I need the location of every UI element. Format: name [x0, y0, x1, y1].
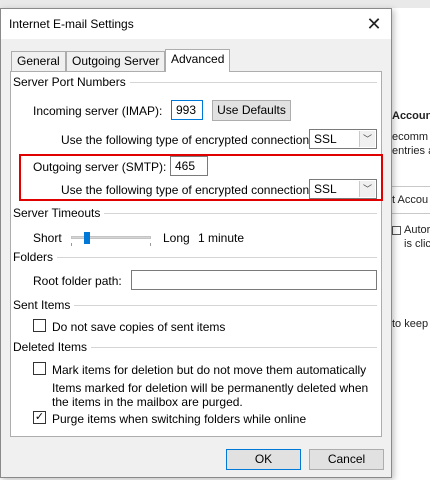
- no-sent-copies-checkbox[interactable]: [33, 319, 46, 332]
- timeout-short-label: Short: [33, 231, 62, 245]
- internet-email-settings-dialog: Internet E-mail Settings ✕ General Outgo…: [0, 8, 392, 478]
- incoming-encryption-value: SSL: [314, 132, 337, 146]
- cancel-button[interactable]: Cancel: [309, 449, 384, 470]
- background-accounts-title: Accoun: [392, 110, 430, 122]
- incoming-encryption-select[interactable]: SSL ﹀: [309, 129, 377, 149]
- mark-for-deletion-label: Mark items for deletion but do not move …: [52, 363, 367, 377]
- timeout-slider[interactable]: [71, 230, 151, 246]
- purge-items-checkbox[interactable]: ✓: [33, 411, 46, 424]
- timeout-value: 1 minute: [198, 231, 245, 245]
- incoming-encryption-label: Use the following type of encrypted conn…: [61, 133, 313, 147]
- chevron-down-icon: ﹀: [359, 131, 375, 147]
- root-folder-input[interactable]: [131, 270, 377, 290]
- background-keep-text: to keep: [392, 318, 429, 330]
- ok-button[interactable]: OK: [226, 449, 301, 470]
- tab-advanced[interactable]: Advanced: [165, 49, 231, 72]
- incoming-server-label: Incoming server (IMAP):: [33, 104, 163, 118]
- tab-general[interactable]: General: [11, 51, 66, 71]
- background-autosave-text-2: is clic: [404, 238, 430, 250]
- background-autosave-checkbox[interactable]: [392, 226, 401, 235]
- background-account-button[interactable]: t Accou: [392, 194, 428, 206]
- background-top-strip: [0, 0, 430, 8]
- root-folder-label: Root folder path:: [33, 274, 122, 288]
- smtp-highlight-box: [19, 154, 383, 201]
- no-sent-copies-label: Do not save copies of sent items: [52, 320, 226, 334]
- deletion-note-line2: the items in the mailbox are purged.: [52, 395, 243, 409]
- slider-tick: [71, 243, 72, 246]
- deletion-note-line1: Items marked for deletion will be perman…: [52, 381, 369, 395]
- background-separator: [386, 213, 430, 214]
- folders-label: Folders: [13, 250, 58, 264]
- timeout-long-label: Long: [163, 231, 190, 245]
- sent-items-label: Sent Items: [13, 298, 75, 312]
- server-timeouts-label: Server Timeouts: [13, 206, 105, 220]
- slider-tick: [150, 243, 151, 246]
- dialog-title: Internet E-mail Settings: [9, 17, 134, 31]
- background-separator: [386, 186, 430, 187]
- group-divider: [17, 257, 377, 258]
- purge-items-label: Purge items when switching folders while…: [52, 412, 307, 426]
- incoming-port-input[interactable]: 993: [171, 100, 203, 120]
- use-defaults-button[interactable]: Use Defaults: [212, 100, 291, 121]
- server-port-numbers-label: Server Port Numbers: [13, 75, 130, 89]
- check-icon: ✓: [34, 411, 45, 423]
- close-icon[interactable]: ✕: [363, 13, 385, 35]
- slider-track: [71, 236, 151, 239]
- dialog-titlebar: Internet E-mail Settings ✕: [1, 9, 391, 39]
- slider-thumb[interactable]: [84, 232, 90, 244]
- mark-for-deletion-checkbox[interactable]: [33, 362, 46, 375]
- tab-outgoing-server[interactable]: Outgoing Server: [66, 51, 166, 71]
- background-text-line2: entries a: [392, 145, 430, 157]
- deleted-items-label: Deleted Items: [13, 340, 92, 354]
- background-autosave-text: Autor: [404, 224, 430, 236]
- background-text-line1: ecomm: [392, 131, 429, 143]
- advanced-panel: Server Port Numbers Incoming server (IMA…: [10, 71, 382, 437]
